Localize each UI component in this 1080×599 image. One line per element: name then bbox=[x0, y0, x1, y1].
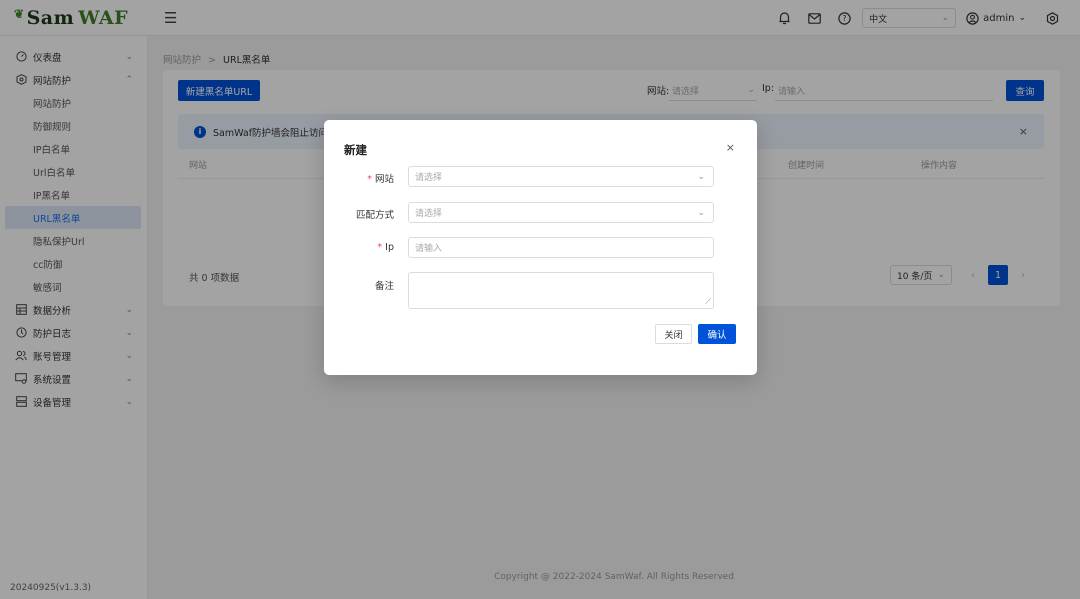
match-field-label: 匹配方式 bbox=[355, 210, 394, 221]
close-icon[interactable]: × bbox=[726, 141, 735, 154]
ip-field-label-text: Ip bbox=[385, 242, 394, 253]
site-field-label-text: 网站 bbox=[374, 174, 394, 185]
chevron-down-icon: ⌄ bbox=[697, 171, 705, 182]
required-mark: * bbox=[377, 242, 383, 253]
remark-textarea[interactable]: ⟋ bbox=[408, 272, 714, 309]
site-select[interactable]: 请选择 ⌄ bbox=[408, 166, 714, 187]
match-select-placeholder: 请选择 bbox=[415, 209, 443, 219]
close-button[interactable]: 关闭 bbox=[655, 324, 692, 344]
match-type-select[interactable]: 请选择 ⌄ bbox=[408, 202, 714, 223]
site-select-placeholder: 请选择 bbox=[415, 173, 443, 183]
chevron-down-icon: ⌄ bbox=[697, 207, 705, 218]
resize-handle-icon[interactable]: ⟋ bbox=[705, 297, 711, 307]
remark-field-label: 备注 bbox=[374, 281, 394, 292]
confirm-button[interactable]: 确认 bbox=[698, 324, 736, 344]
create-dialog: 新建 × * 网站 请选择 ⌄ 匹配方式 请选择 ⌄ * Ip 请输入 备注 ⟋ 关… bbox=[324, 120, 757, 375]
required-mark: * bbox=[367, 174, 372, 185]
site-field-label: * 网站 bbox=[324, 171, 394, 185]
ip-input[interactable]: 请输入 bbox=[408, 237, 714, 258]
dialog-title: 新建 bbox=[344, 143, 367, 157]
ip-field-label: * Ip bbox=[324, 242, 394, 253]
ip-input-placeholder: 请输入 bbox=[415, 244, 443, 254]
